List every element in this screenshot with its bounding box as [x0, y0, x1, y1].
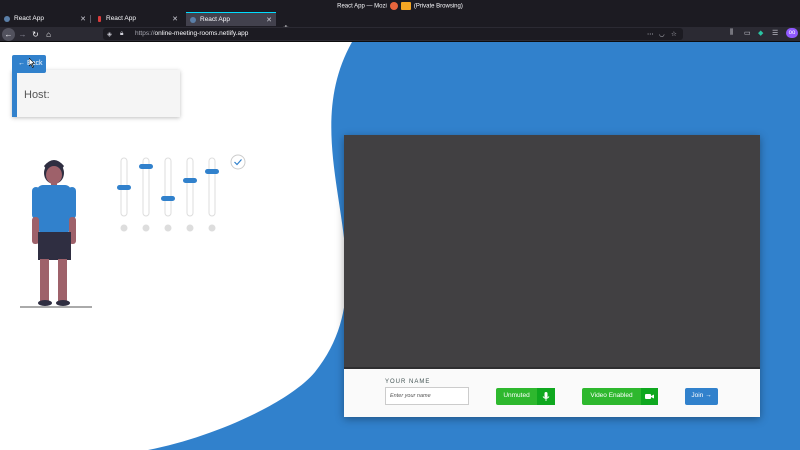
sliders-illustration [117, 154, 246, 232]
library-icon[interactable]: ⫼ [730, 29, 733, 37]
person-illustration [32, 160, 76, 306]
mouse-cursor-icon [29, 58, 35, 68]
meeting-preview-card: YOUR NAME Unmuted Video Enabled Join [344, 135, 760, 417]
tab-label: React App [200, 16, 230, 23]
forward-arrow-icon[interactable]: → [16, 28, 29, 41]
extension-icon[interactable]: ◆ [758, 29, 763, 37]
home-icon[interactable]: ⌂ [42, 28, 55, 41]
private-mask-icon: oo [786, 28, 798, 38]
menu-icon[interactable]: ☰ [772, 29, 778, 37]
host-label: Host: [24, 89, 50, 101]
navigation-toolbar: ← → ↻ ⌂ ◈ 🔒︎ https://online-meeting-room… [0, 27, 800, 42]
url-text[interactable]: https://online-meeting-rooms.netlify.app [135, 30, 248, 37]
window-titlebar: React App — Mozi (Private Browsing) [0, 0, 800, 11]
firefox-icon [389, 2, 398, 10]
close-tab-icon[interactable]: ✕ [266, 16, 272, 24]
your-name-label: YOUR NAME [385, 379, 431, 385]
window-title-text: React App — Mozi [337, 3, 387, 10]
url-host: online-meeting-rooms.netlify.app [154, 30, 249, 37]
video-enabled-button[interactable]: Video Enabled [582, 388, 658, 405]
host-card: Host: [12, 70, 180, 117]
reload-icon[interactable]: ↻ [29, 28, 42, 41]
window-title: React App — Mozi (Private Browsing) [0, 2, 800, 10]
video-camera-icon [641, 388, 658, 405]
close-tab-icon[interactable]: ✕ [80, 15, 86, 23]
web-page: Host: ← Back YOUR NAME Unmuted Video Ena… [0, 42, 800, 450]
tab-2[interactable]: React App ✕ [92, 12, 182, 26]
url-scheme: https:// [135, 30, 155, 37]
tab-label: React App [106, 15, 136, 22]
unmuted-label: Unmuted [503, 392, 530, 399]
microphone-indicator-icon [401, 2, 412, 10]
join-button[interactable]: Join → [685, 388, 718, 405]
tab-1[interactable]: React App ✕ [0, 12, 91, 26]
tab-3-active[interactable]: React App ✕ [186, 12, 276, 26]
back-arrow-icon[interactable]: ← [2, 28, 15, 41]
video-preview [344, 135, 760, 369]
microphone-icon [537, 388, 555, 405]
tab-favicon-icon [190, 17, 196, 23]
pocket-icon[interactable]: ◡ [659, 30, 665, 38]
name-input[interactable] [385, 387, 469, 405]
tab-favicon-icon [4, 16, 10, 22]
microphone-tab-icon [98, 16, 101, 22]
private-browsing-icons [389, 2, 413, 10]
url-bar[interactable]: ◈ 🔒︎ https://online-meeting-rooms.netlif… [103, 28, 683, 40]
tab-bar: React App ✕ React App ✕ React App ✕ + [0, 11, 800, 34]
close-tab-icon[interactable]: ✕ [172, 15, 178, 23]
unmuted-button[interactable]: Unmuted [496, 388, 555, 405]
private-browsing-label: (Private Browsing) [413, 3, 463, 10]
lock-icon[interactable]: 🔒︎ [120, 30, 123, 38]
sidebar-icon[interactable]: ▭ [744, 29, 751, 37]
star-icon[interactable]: ☆ [671, 30, 677, 38]
page-actions-icon[interactable]: ⋯ [647, 30, 654, 38]
tab-label: React App [14, 15, 44, 22]
video-enabled-label: Video Enabled [590, 392, 633, 399]
tab-separator [90, 15, 91, 23]
shield-icon[interactable]: ◈ [107, 30, 112, 38]
